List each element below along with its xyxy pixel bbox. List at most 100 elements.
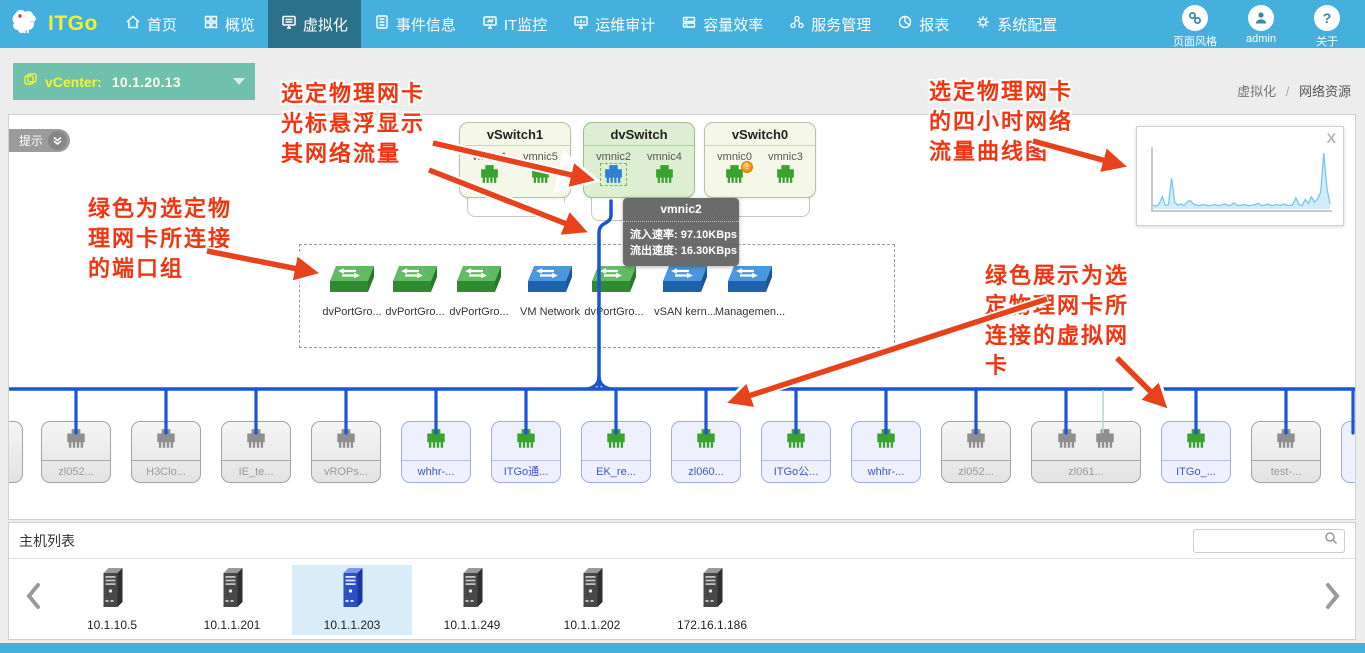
vnic-card[interactable]: zl052...: [941, 421, 1011, 483]
vmnic-vmnic2-selected[interactable]: vmnic2: [596, 151, 631, 189]
vmnic-vmnic4[interactable]: vmnic4: [647, 151, 682, 189]
server-stack-icon: [681, 14, 697, 34]
monitor-chart-icon: [573, 14, 589, 34]
nav-item-ops-audit[interactable]: 运维审计: [560, 0, 668, 48]
about-button[interactable]: ? 关于: [1301, 5, 1353, 49]
nav-right-tools: 页面风格 admin ? 关于: [1169, 0, 1365, 48]
host-search-input[interactable]: [1200, 533, 1324, 549]
double-chevron-down-icon: [48, 131, 67, 150]
portgroup-item[interactable]: dvPortGro...: [441, 265, 517, 318]
vcenter-selector[interactable]: vCenter: 10.1.20.13: [13, 63, 255, 100]
vswitch-box-vswitch0: vSwitch0 vmnic0 ! vmnic3: [704, 122, 816, 198]
home-icon: [125, 14, 141, 34]
nav-item-system-config[interactable]: 系统配置: [962, 0, 1070, 48]
nic-port-icon: [514, 429, 538, 449]
portgroup-item-management[interactable]: Managemen...: [712, 265, 788, 318]
host-list-header: 主机列表: [9, 523, 1355, 559]
monitor-icon: [482, 14, 498, 34]
host-item[interactable]: 10.1.10.5: [52, 565, 172, 635]
vnic-card[interactable]: zl052...: [41, 421, 111, 483]
pie-chart-icon: [897, 14, 913, 34]
close-icon[interactable]: X: [1327, 130, 1336, 146]
nav-item-home[interactable]: 首页: [112, 0, 190, 48]
host-scroll-left-button[interactable]: [25, 583, 41, 614]
nav-item-service[interactable]: 服务管理: [776, 0, 884, 48]
vnic-card[interactable]: H3Clo...: [131, 421, 201, 483]
vmnic-vmnic1[interactable]: vmnic1: [472, 151, 507, 189]
virtualization-icon: [281, 14, 297, 34]
host-scroll-right-button[interactable]: [1325, 583, 1341, 614]
vmnic-vmnic5[interactable]: vmnic5: [523, 151, 558, 189]
user-menu[interactable]: admin: [1235, 5, 1287, 45]
annotation-green-vnics: 绿色展示为选 定物理网卡所 连接的虚拟网 卡: [985, 261, 1129, 381]
grid-icon: [203, 14, 219, 34]
vnic-card-connected[interactable]: whhr-...: [401, 421, 471, 483]
nic-port-icon: [694, 429, 718, 449]
breadcrumb-section[interactable]: 虚拟化: [1237, 84, 1276, 99]
host-item[interactable]: 10.1.1.201: [172, 565, 292, 635]
nic-port-icon: [774, 165, 797, 184]
host-list-panel: 主机列表 10.1.10.5 10.1.1.201 10.1.1.203 10.…: [8, 522, 1356, 640]
vnic-card[interactable]: vROPs...: [311, 421, 381, 483]
hint-toggle-button[interactable]: 提示: [9, 129, 70, 152]
vnic-card-connected[interactable]: whhr-...: [851, 421, 921, 483]
nic-port-icon: !: [723, 165, 746, 184]
nav-item-virtualization[interactable]: 虚拟化: [268, 0, 361, 48]
page-style-button[interactable]: 页面风格: [1169, 5, 1221, 49]
nav-item-overview[interactable]: 概览: [190, 0, 268, 48]
top-nav: ITGo 首页 概览 虚拟化 事件信息 IT监控: [0, 0, 1365, 48]
nic-port-icon: [529, 165, 552, 184]
traffic-chart-panel: X: [1136, 126, 1344, 226]
vmnic-vmnic0[interactable]: vmnic0 !: [717, 151, 752, 189]
nic-port-icon: [874, 429, 898, 449]
annotation-green-portgroups: 绿色为选定物 理网卡所连接 的端口组: [88, 194, 232, 284]
vnic-card-partial[interactable]: [8, 421, 23, 483]
host-item[interactable]: 172.16.1.186: [652, 565, 772, 635]
vmnic-vmnic3[interactable]: vmnic3: [768, 151, 803, 189]
nic-port-icon: [64, 429, 88, 449]
help-icon: ?: [1314, 5, 1340, 31]
vnic-card-connected[interactable]: EK_re...: [581, 421, 651, 483]
network-resources-page: ITGo 首页 概览 虚拟化 事件信息 IT监控: [0, 0, 1365, 653]
nic-port-icon: [154, 429, 178, 449]
vswitch-title: vSwitch1: [460, 123, 570, 146]
vnic-card[interactable]: IE_te...: [221, 421, 291, 483]
logo-text: ITGo: [48, 12, 98, 36]
chevron-down-icon: [233, 78, 245, 85]
nic-port-icon: [964, 429, 988, 449]
search-icon[interactable]: [1324, 531, 1338, 550]
page-style-icon: [1182, 5, 1208, 31]
service-nodes-icon: [789, 14, 805, 34]
vnic-card-partial[interactable]: [1341, 421, 1356, 483]
tooltip-title: vmnic2: [623, 198, 739, 222]
vnic-card[interactable]: test-...: [1251, 421, 1321, 483]
host-item[interactable]: 10.1.1.249: [412, 565, 532, 635]
gear-icon: [975, 14, 991, 34]
vnic-card-dual[interactable]: zl061...: [1031, 421, 1141, 483]
footer-bar: [0, 643, 1365, 653]
vnic-card-connected[interactable]: zl060...: [671, 421, 741, 483]
nav-item-it-monitor[interactable]: IT监控: [469, 0, 560, 48]
nav-menu: 首页 概览 虚拟化 事件信息 IT监控 运维审计: [112, 0, 1070, 48]
nav-item-capacity[interactable]: 容量效率: [668, 0, 776, 48]
nic-port-icon: [784, 429, 808, 449]
vcenter-icon: [23, 72, 38, 92]
vcenter-value: 10.1.20.13: [112, 74, 181, 90]
nav-item-events[interactable]: 事件信息: [361, 0, 469, 48]
annotation-hover-traffic: 选定物理网卡 光标悬浮显示 其网络流量: [281, 79, 425, 169]
annotation-four-hour-chart: 选定物理网卡 的四小时网络 流量曲线图: [929, 77, 1073, 167]
nav-item-report[interactable]: 报表: [884, 0, 962, 48]
topology-panel: 提示 vSwitch1 vmnic1: [8, 114, 1356, 520]
vnic-card-connected[interactable]: ITGo通...: [491, 421, 561, 483]
dog-logo-icon: [10, 7, 44, 42]
vswitch-box-vswitch1: vSwitch1 vmnic1 vmnic5: [459, 122, 571, 198]
nic-port-icon: [1093, 429, 1117, 449]
host-item[interactable]: 10.1.1.202: [532, 565, 652, 635]
vnic-card-connected[interactable]: ITGo_...: [1161, 421, 1231, 483]
host-item-selected[interactable]: 10.1.1.203: [292, 565, 412, 635]
breadcrumb-separator: /: [1286, 84, 1290, 99]
nic-port-icon: [424, 429, 448, 449]
portgroup-item[interactable]: dvPortGro...: [576, 265, 652, 318]
vnic-card-connected[interactable]: ITGo公...: [761, 421, 831, 483]
app-logo[interactable]: ITGo: [0, 0, 112, 48]
